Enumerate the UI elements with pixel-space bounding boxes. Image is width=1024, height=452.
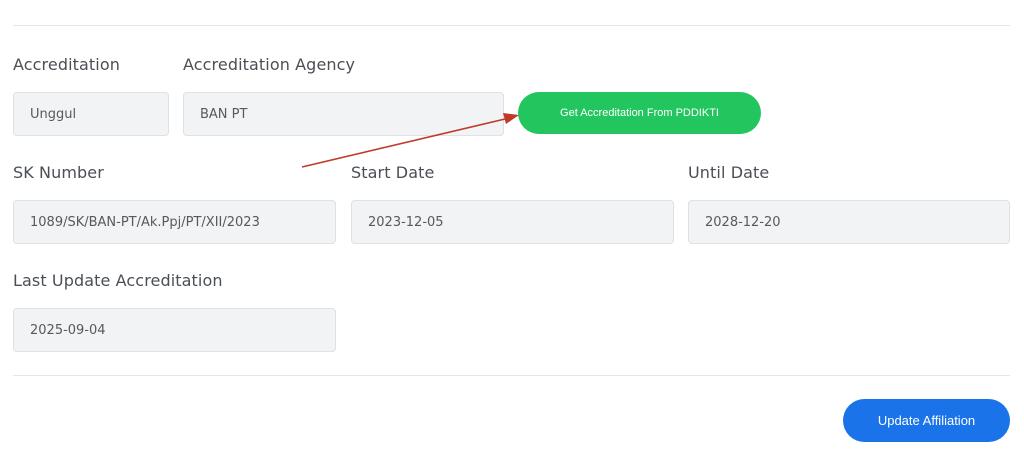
bottom-divider (13, 375, 1010, 376)
update-affiliation-button[interactable]: Update Affiliation (843, 399, 1010, 442)
accreditation-label: Accreditation (13, 55, 120, 74)
start-date-label: Start Date (351, 163, 435, 182)
get-accreditation-button[interactable]: Get Accreditation From PDDIKTI (518, 92, 761, 134)
accreditation-agency-label: Accreditation Agency (183, 55, 356, 74)
accreditation-form: Accreditation Accreditation Agency Unggu… (0, 0, 1024, 452)
last-update-accreditation-field[interactable]: 2025-09-04 (13, 308, 336, 352)
until-date-field[interactable]: 2028-12-20 (688, 200, 1010, 244)
top-divider (13, 25, 1010, 26)
sk-number-label: SK Number (13, 163, 104, 182)
until-date-label: Until Date (688, 163, 770, 182)
sk-number-field[interactable]: 1089/SK/BAN-PT/Ak.Ppj/PT/XII/2023 (13, 200, 336, 244)
accreditation-agency-field[interactable]: BAN PT (183, 92, 504, 136)
last-update-accreditation-label: Last Update Accreditation (13, 271, 223, 290)
accreditation-field[interactable]: Unggul (13, 92, 169, 136)
start-date-field[interactable]: 2023-12-05 (351, 200, 674, 244)
